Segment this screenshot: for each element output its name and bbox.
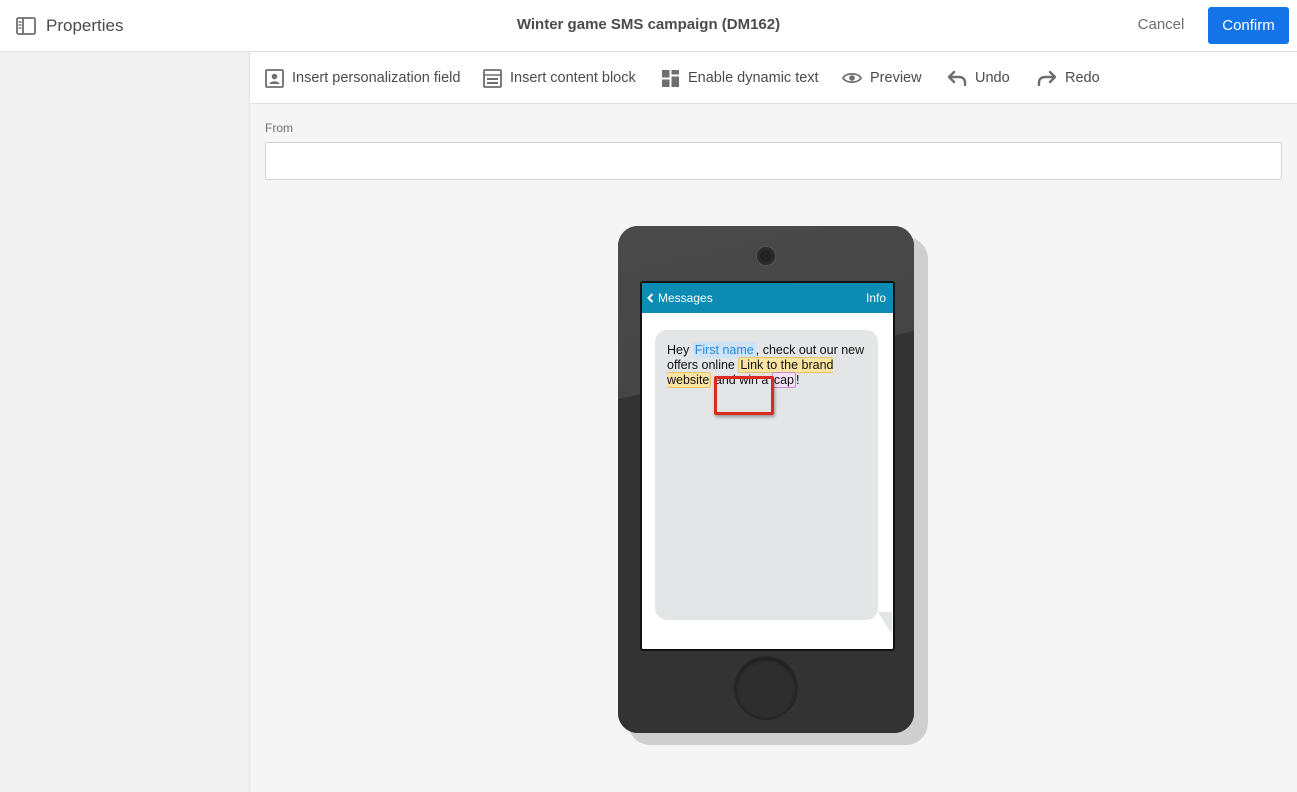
annotation-highlight-box — [714, 376, 774, 415]
info-link[interactable]: Info — [866, 283, 886, 313]
message-text-part: Hey — [667, 343, 693, 357]
insert-content-block-button[interactable]: Insert content block — [483, 67, 636, 89]
first-name-field-tag[interactable]: First name — [692, 342, 756, 358]
phone-home-button — [736, 658, 796, 718]
bubble-tail — [878, 612, 892, 634]
insert-personalization-field-label: Insert personalization field — [292, 70, 461, 86]
from-input[interactable] — [265, 142, 1282, 180]
enable-dynamic-text-label: Enable dynamic text — [688, 70, 819, 86]
messages-back-link[interactable]: Messages — [658, 283, 713, 313]
insert-personalization-field-button[interactable]: Insert personalization field — [265, 67, 460, 89]
sms-message-bubble: Hey First name, check out our new offers… — [655, 330, 892, 634]
cap-dynamic-text-tag[interactable]: cap — [771, 372, 797, 388]
redo-icon — [1037, 70, 1057, 87]
preview-label: Preview — [870, 70, 922, 86]
properties-panel — [0, 52, 250, 792]
top-bar: Properties Winter game SMS campaign (DM1… — [0, 0, 1297, 52]
undo-button[interactable]: Undo — [947, 67, 1010, 89]
phone-camera — [757, 247, 775, 265]
phone-preview: Messages Info Hey First name, check out … — [618, 226, 914, 733]
enable-dynamic-text-button[interactable]: Enable dynamic text — [661, 67, 819, 89]
properties-button[interactable]: Properties — [16, 14, 123, 38]
redo-label: Redo — [1065, 70, 1100, 86]
phone-screen: Messages Info Hey First name, check out … — [640, 281, 895, 651]
dynamic-text-icon — [662, 69, 679, 87]
editor-toolbar: Insert personalization field Insert cont… — [250, 52, 1297, 104]
preview-button[interactable]: Preview — [842, 67, 922, 89]
chevron-left-icon — [647, 293, 654, 303]
from-label: From — [265, 121, 293, 135]
properties-label: Properties — [46, 16, 124, 35]
message-text-part: ! — [796, 373, 800, 387]
messages-header: Messages Info — [642, 283, 893, 313]
cancel-button[interactable]: Cancel — [1130, 14, 1192, 36]
confirm-button[interactable]: Confirm — [1208, 7, 1289, 44]
page-title: Winter game SMS campaign (DM162) — [516, 16, 781, 33]
insert-content-block-label: Insert content block — [510, 70, 636, 86]
personalization-field-icon — [265, 68, 284, 88]
undo-icon — [947, 70, 967, 87]
eye-icon — [842, 72, 862, 84]
undo-label: Undo — [975, 70, 1010, 86]
properties-panel-icon — [16, 17, 36, 35]
redo-button[interactable]: Redo — [1037, 67, 1100, 89]
content-block-icon — [483, 68, 502, 88]
